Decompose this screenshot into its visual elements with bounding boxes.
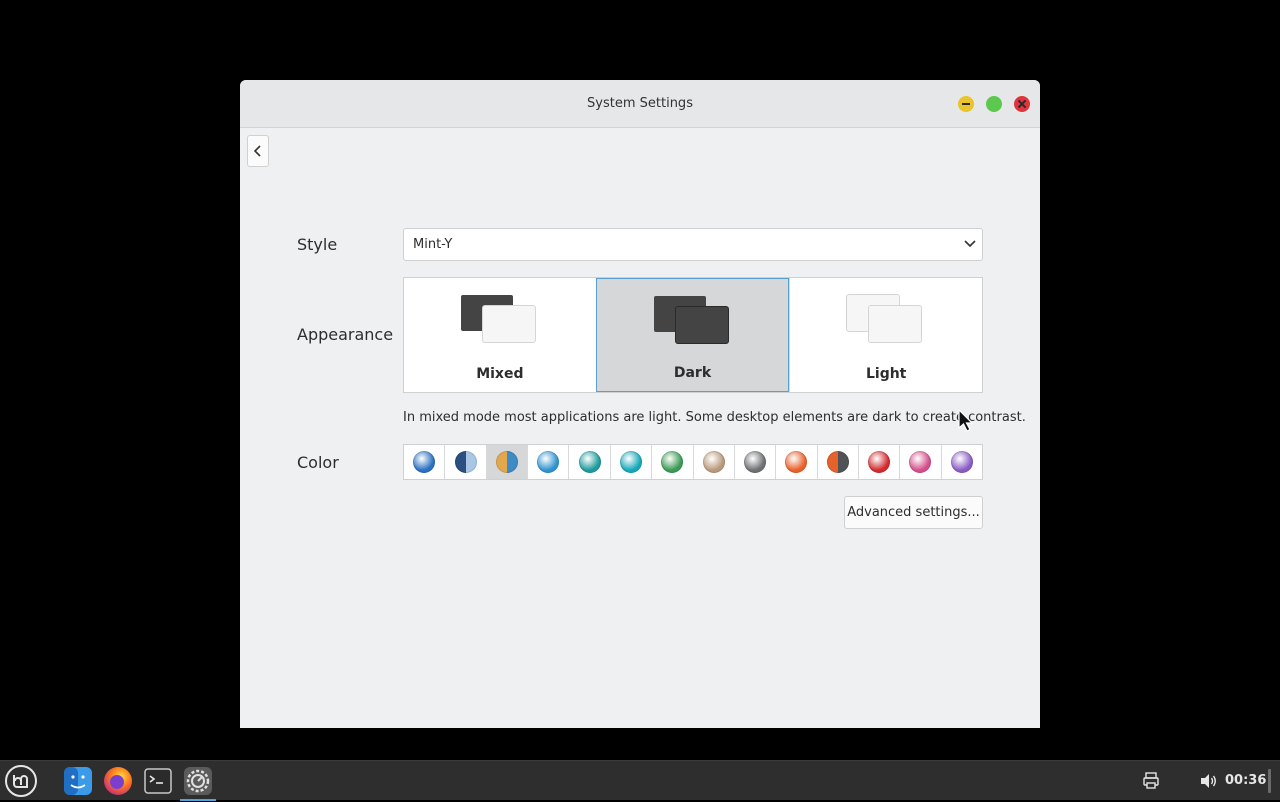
color-swatch[interactable] — [404, 445, 444, 479]
style-dropdown-value: Mint-Y — [413, 237, 453, 252]
color-dot-icon — [826, 451, 849, 473]
maximize-icon[interactable] — [986, 96, 1002, 112]
light-preview-icon — [847, 295, 922, 343]
appearance-option-label: Light — [865, 366, 907, 382]
firefox-icon[interactable] — [102, 765, 134, 797]
chevron-left-icon — [253, 145, 261, 157]
appearance-description: In mixed mode most applications are ligh… — [403, 410, 1026, 425]
color-swatch[interactable] — [692, 445, 734, 479]
color-dot-icon — [661, 451, 684, 473]
terminal-icon[interactable] — [142, 765, 174, 797]
file-manager-icon[interactable] — [62, 765, 94, 797]
title-bar[interactable]: System Settings — [240, 80, 1040, 128]
minimize-icon[interactable] — [958, 96, 974, 112]
settings-icon[interactable] — [180, 765, 216, 801]
appearance-option-label: Dark — [673, 365, 712, 381]
color-swatch[interactable] — [775, 445, 816, 479]
color-swatch[interactable] — [485, 445, 528, 479]
color-selector — [403, 444, 983, 480]
color-swatch[interactable] — [816, 445, 858, 479]
mixed-preview-icon — [460, 295, 535, 343]
settings-window: System Settings Style Mint-Y Appearance … — [240, 80, 1040, 728]
color-dot-icon — [785, 451, 808, 473]
color-swatch[interactable] — [651, 445, 692, 479]
color-dot-icon — [909, 451, 932, 473]
appearance-option-mixed[interactable]: Mixed — [404, 278, 596, 392]
color-dot-icon — [868, 451, 891, 473]
mint-menu-icon[interactable] — [4, 764, 38, 798]
close-icon[interactable] — [1014, 96, 1030, 112]
color-swatch[interactable] — [444, 445, 485, 479]
color-dot-icon — [744, 451, 767, 473]
style-label: Style — [297, 235, 338, 254]
appearance-option-label: Mixed — [476, 366, 524, 382]
printer-icon[interactable] — [1142, 772, 1160, 790]
show-desktop-handle[interactable] — [1268, 769, 1271, 793]
clock[interactable]: 00:36 — [1225, 761, 1266, 800]
color-swatch[interactable] — [857, 445, 899, 479]
mouse-pointer-icon — [958, 409, 974, 432]
color-swatch[interactable] — [940, 445, 982, 479]
appearance-option-light[interactable]: Light — [789, 278, 982, 392]
color-swatch[interactable] — [733, 445, 775, 479]
chevron-down-icon — [964, 240, 976, 248]
color-dot-icon — [454, 451, 477, 473]
style-dropdown[interactable]: Mint-Y — [403, 228, 983, 261]
appearance-label: Appearance — [297, 325, 394, 344]
dark-preview-icon — [653, 296, 728, 344]
color-dot-icon — [619, 451, 642, 473]
taskbar: 00:36 — [0, 760, 1280, 801]
advanced-settings-button[interactable]: Advanced settings... — [844, 496, 983, 529]
window-title: System Settings — [587, 96, 693, 111]
color-dot-icon — [578, 451, 601, 473]
appearance-option-dark[interactable]: Dark — [595, 278, 790, 392]
volume-icon[interactable] — [1199, 772, 1217, 790]
color-dot-icon — [950, 451, 973, 473]
color-swatch[interactable] — [527, 445, 568, 479]
color-swatch[interactable] — [899, 445, 940, 479]
appearance-selector: Mixed Dark Light — [403, 277, 983, 393]
color-dot-icon — [413, 451, 436, 473]
color-dot-icon — [495, 451, 518, 473]
color-label: Color — [297, 453, 339, 472]
back-button[interactable] — [247, 135, 269, 167]
color-dot-icon — [537, 451, 560, 473]
color-swatch[interactable] — [609, 445, 651, 479]
color-dot-icon — [702, 451, 725, 473]
color-swatch[interactable] — [568, 445, 609, 479]
